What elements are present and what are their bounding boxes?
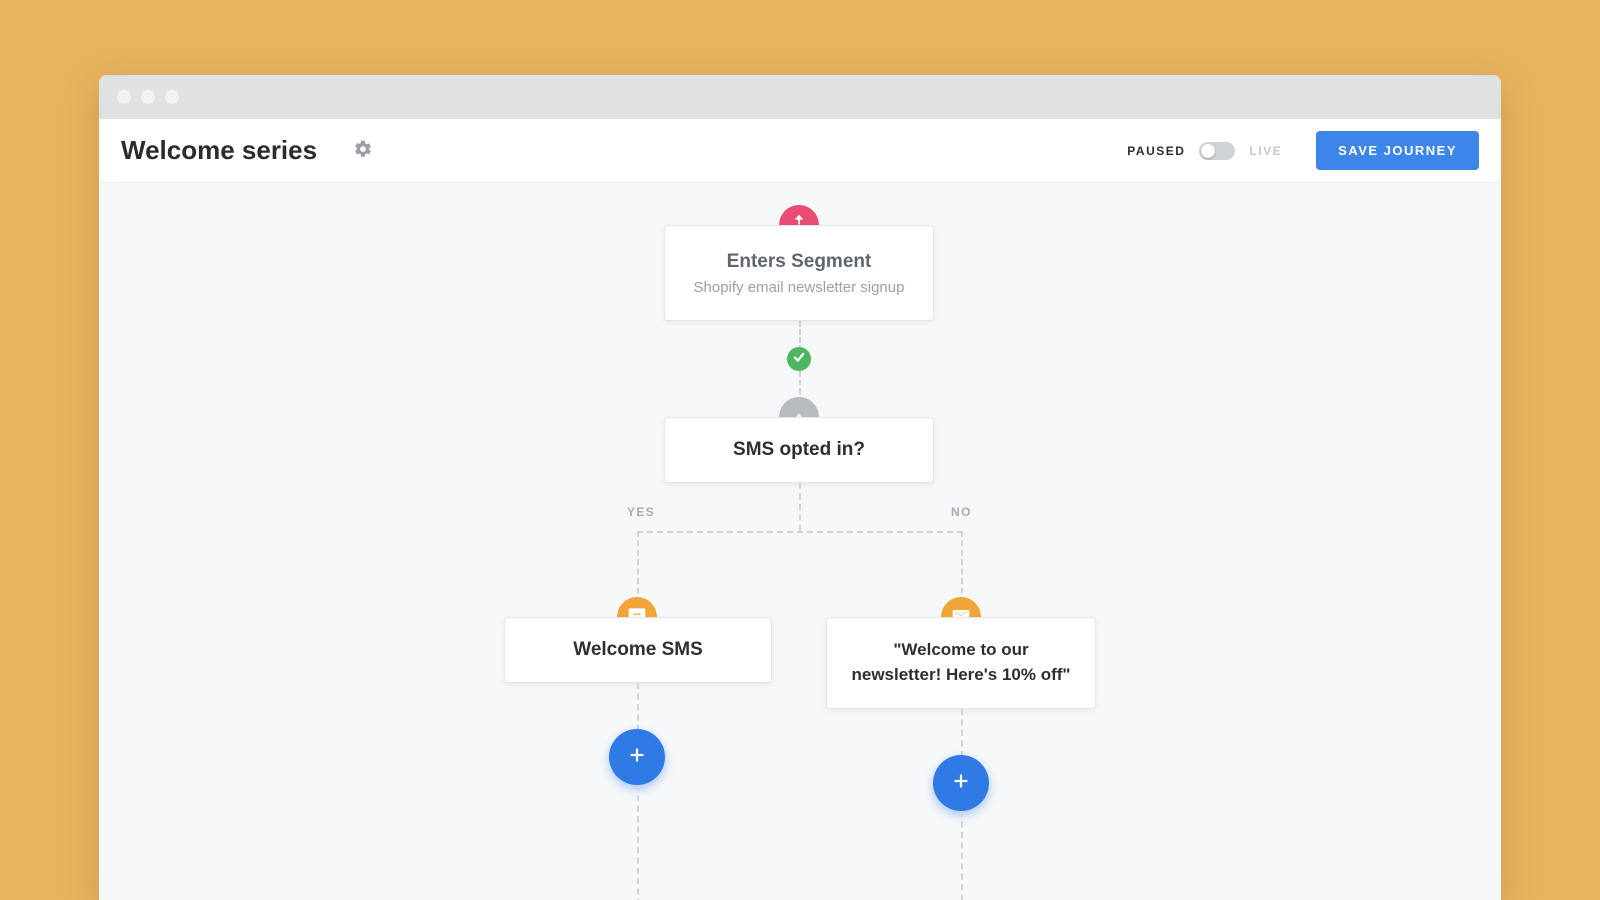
journey-canvas[interactable]: Enters Segment Shopify email newsletter … <box>99 183 1501 900</box>
settings-button[interactable] <box>353 139 373 162</box>
save-journey-button[interactable]: SAVE JOURNEY <box>1316 131 1479 170</box>
condition-node[interactable]: SMS opted in? <box>664 417 934 483</box>
window-control-minimize[interactable] <box>141 90 155 104</box>
check-badge <box>787 347 811 371</box>
connector <box>637 683 639 731</box>
connector <box>637 531 963 533</box>
add-step-yes-button[interactable] <box>609 729 665 785</box>
status-live-label: LIVE <box>1249 144 1282 158</box>
window-titlebar <box>99 75 1501 119</box>
toolbar: Welcome series PAUSED LIVE SAVE JOURNEY <box>99 119 1501 183</box>
trigger-title: Enters Segment <box>727 251 872 273</box>
app-window: Welcome series PAUSED LIVE SAVE JOURNEY … <box>99 75 1501 900</box>
connector <box>961 531 963 603</box>
plus-icon <box>950 770 972 797</box>
status-toggle-group: PAUSED LIVE <box>1127 142 1282 160</box>
add-step-no-button[interactable] <box>933 755 989 811</box>
check-icon <box>792 350 806 369</box>
no-action-line1: "Welcome to our <box>893 640 1028 659</box>
plus-icon <box>626 744 648 771</box>
gear-icon <box>353 143 373 163</box>
no-action-line2: newsletter! Here's 10% off" <box>851 665 1070 684</box>
connector <box>961 811 963 900</box>
yes-action-title: Welcome SMS <box>573 639 703 661</box>
journey-title: Welcome series <box>121 135 317 166</box>
branch-label-no: NO <box>951 505 972 519</box>
no-action-title: "Welcome to our newsletter! Here's 10% o… <box>835 638 1086 687</box>
status-toggle[interactable] <box>1199 142 1235 160</box>
trigger-node[interactable]: Enters Segment Shopify email newsletter … <box>664 225 934 321</box>
window-control-close[interactable] <box>117 90 131 104</box>
trigger-subtitle: Shopify email newsletter signup <box>694 279 905 296</box>
yes-action-node[interactable]: Welcome SMS <box>504 617 772 683</box>
connector <box>961 709 963 757</box>
window-control-zoom[interactable] <box>165 90 179 104</box>
no-action-node[interactable]: "Welcome to our newsletter! Here's 10% o… <box>826 617 1096 709</box>
condition-title: SMS opted in? <box>733 439 865 461</box>
connector <box>637 785 639 900</box>
status-paused-label: PAUSED <box>1127 144 1185 158</box>
toggle-knob <box>1201 144 1215 158</box>
connector <box>637 531 639 603</box>
connector <box>799 483 801 531</box>
branch-label-yes: YES <box>627 505 655 519</box>
